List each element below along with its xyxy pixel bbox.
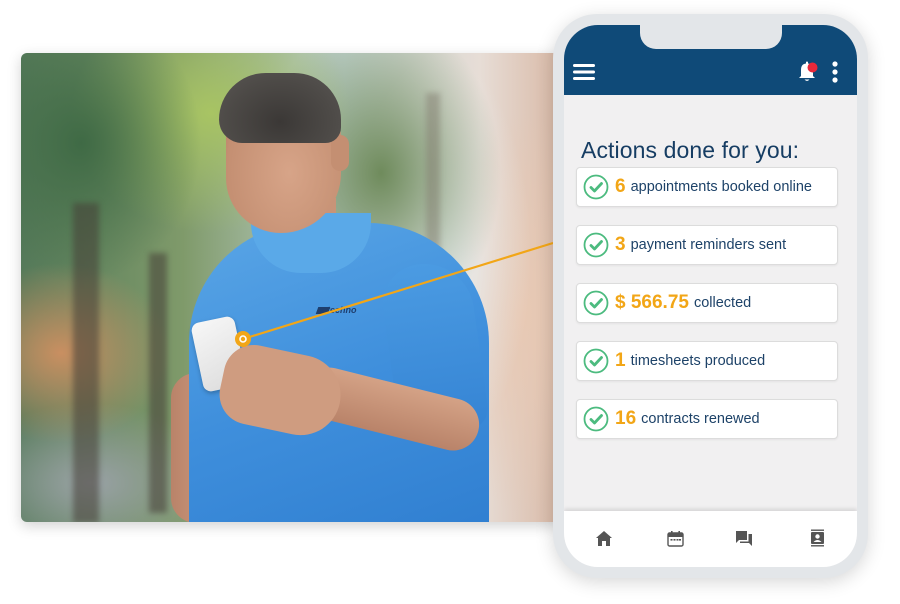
more-options-button[interactable] <box>826 59 844 85</box>
action-label: contracts renewed <box>641 411 760 427</box>
calendar-icon <box>666 530 684 547</box>
bell-icon <box>799 61 818 81</box>
action-card[interactable]: 16 contracts renewed <box>576 399 838 439</box>
actions-heading: Actions done for you: <box>581 137 800 163</box>
action-card[interactable]: 6 appointments booked online <box>576 167 838 207</box>
check-circle-icon <box>583 174 609 200</box>
action-value: 3 <box>615 234 626 255</box>
action-card[interactable]: $ 566.75 collected <box>576 283 838 323</box>
vertical-ellipsis-icon <box>832 61 838 83</box>
check-circle-icon <box>583 290 609 316</box>
action-value: $ 566.75 <box>615 292 689 313</box>
bottom-tab-bar <box>564 511 857 567</box>
chat-icon <box>736 530 752 546</box>
person: techno <box>21 53 561 522</box>
action-label: timesheets produced <box>630 353 766 369</box>
phone-notch <box>640 25 782 49</box>
menu-button[interactable] <box>570 60 598 84</box>
action-card[interactable]: 1 timesheets produced <box>576 341 838 381</box>
notifications-button[interactable] <box>794 59 822 85</box>
check-circle-icon <box>583 348 609 374</box>
hero-photo: techno <box>21 53 561 522</box>
tab-home[interactable] <box>591 525 617 551</box>
phone-screen: Actions done for you: 6 appointments boo… <box>564 25 857 567</box>
person-hair <box>219 73 341 143</box>
action-value: 16 <box>615 408 637 429</box>
action-label: appointments booked online <box>630 179 812 195</box>
tab-calendar[interactable] <box>662 525 688 551</box>
action-value: 6 <box>615 176 626 197</box>
check-circle-icon <box>583 232 609 258</box>
action-label: payment reminders sent <box>630 237 787 253</box>
phone-mockup: Actions done for you: 6 appointments boo… <box>553 14 868 578</box>
notification-dot <box>807 62 818 73</box>
action-value: 1 <box>615 350 626 371</box>
tab-messages[interactable] <box>731 525 757 551</box>
hamburger-menu-icon <box>573 64 595 80</box>
shirt-logo-text: techno <box>327 305 357 315</box>
action-card[interactable]: 3 payment reminders sent <box>576 225 838 265</box>
check-circle-icon <box>583 406 609 432</box>
tab-contacts[interactable] <box>804 525 830 551</box>
action-label: collected <box>693 295 752 311</box>
home-icon <box>596 530 612 546</box>
contacts-icon <box>810 529 824 547</box>
